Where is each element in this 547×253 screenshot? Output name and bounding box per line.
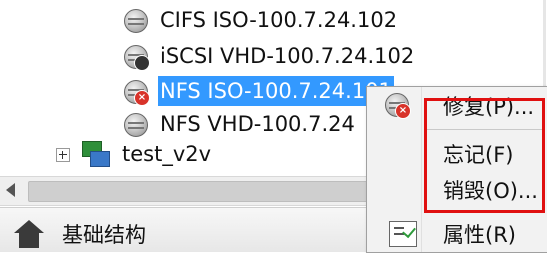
horizontal-scrollbar[interactable]	[0, 176, 400, 206]
tree-item-label: NFS ISO-100.7.24.101	[158, 76, 394, 106]
menu-item-label: 属性(R)	[443, 223, 516, 247]
tree-item-label: NFS VHD-100.7.24	[160, 112, 355, 136]
storage-error-icon: ×	[381, 89, 411, 119]
tree-item-label: iSCSI VHD-100.7.24.102	[160, 44, 415, 68]
vm-group-icon	[82, 139, 112, 169]
tree-item-label: CIFS ISO-100.7.24.102	[160, 8, 398, 32]
scroll-left-icon[interactable]	[6, 183, 15, 197]
menu-item-label: 销毁(O)...	[443, 179, 538, 203]
storage-icon	[120, 41, 150, 71]
resource-tree-panel: CIFS ISO-100.7.24.102 iSCSI VHD-100.7.24…	[0, 0, 547, 253]
nav-bar-infrastructure[interactable]: 基础结构	[0, 207, 400, 252]
scrollbar-thumb[interactable]	[28, 181, 370, 202]
menu-separator	[427, 129, 542, 130]
status-badge-icon	[134, 55, 150, 71]
nav-label: 基础结构	[62, 223, 146, 247]
context-menu: × 修复(P)... 忘记(F) 销毁(O)... 属性(R)	[366, 86, 547, 253]
properties-icon	[381, 217, 417, 247]
tree-item-nfs-iso[interactable]: × NFS ISO-100.7.24.101	[120, 73, 394, 109]
menu-item-repair[interactable]: × 修复(P)...	[367, 87, 547, 123]
menu-item-properties[interactable]: 属性(R)	[367, 215, 547, 251]
menu-item-label: 忘记(F)	[443, 143, 514, 167]
home-icon	[14, 220, 44, 248]
storage-icon: ×	[120, 76, 150, 106]
menu-separator	[427, 211, 542, 212]
storage-icon	[120, 109, 150, 139]
menu-item-label: 修复(P)...	[443, 95, 535, 119]
menu-item-destroy[interactable]: 销毁(O)...	[367, 171, 547, 207]
menu-item-forget[interactable]: 忘记(F)	[367, 135, 547, 171]
tree-item-test-v2v[interactable]: test_v2v	[82, 136, 213, 172]
storage-icon	[120, 5, 150, 35]
tree-item-iscsi-vhd[interactable]: iSCSI VHD-100.7.24.102	[120, 38, 416, 74]
error-badge-icon: ×	[134, 90, 150, 106]
expand-toggle-icon[interactable]	[56, 148, 70, 162]
tree-item-label: test_v2v	[122, 142, 212, 166]
tree-item-cifs-iso[interactable]: CIFS ISO-100.7.24.102	[120, 2, 399, 38]
